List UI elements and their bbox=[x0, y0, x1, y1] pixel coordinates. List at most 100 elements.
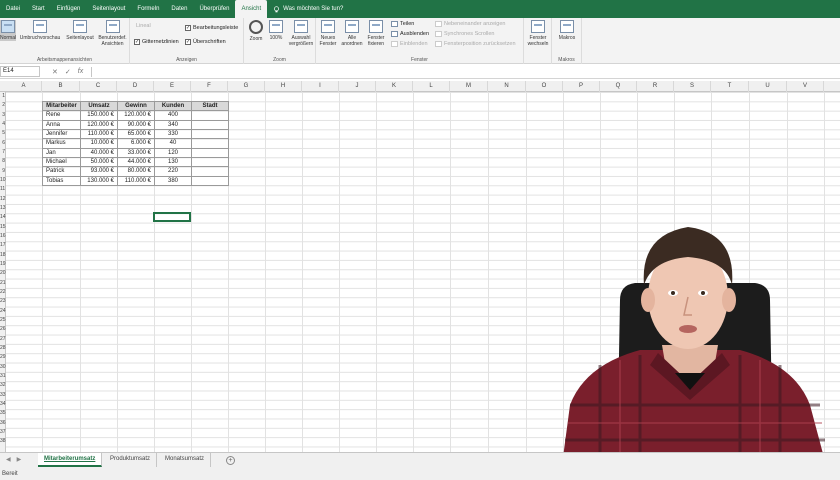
table-cell[interactable]: Markus bbox=[42, 138, 81, 149]
column-header-c[interactable]: C bbox=[80, 81, 117, 92]
custom-views-button[interactable]: Benutzerdef. Ansichten bbox=[96, 20, 129, 47]
column-header-p[interactable]: P bbox=[563, 81, 600, 92]
header-umsatz[interactable]: Umsatz bbox=[80, 100, 118, 112]
macros-button[interactable]: Makros bbox=[554, 20, 580, 41]
column-header-q[interactable]: Q bbox=[600, 81, 637, 92]
tell-me-box[interactable]: Was möchten Sie tun? bbox=[267, 0, 343, 18]
side-by-side-button[interactable]: Nebeneinander anzeigen bbox=[435, 21, 505, 27]
table-cell[interactable]: 220 bbox=[154, 166, 192, 177]
column-header-d[interactable]: D bbox=[117, 81, 154, 92]
hide-button[interactable]: Ausblenden bbox=[391, 31, 429, 37]
selected-cell-e14[interactable] bbox=[153, 212, 191, 222]
table-cell[interactable] bbox=[191, 156, 229, 168]
arrange-all-button[interactable]: Alle anordnen bbox=[340, 20, 364, 47]
column-header-v[interactable]: V bbox=[787, 81, 824, 92]
column-header-a[interactable]: A bbox=[6, 81, 42, 92]
cancel-icon[interactable]: ✕ bbox=[52, 68, 58, 76]
zoom-button[interactable]: Zoom bbox=[246, 20, 266, 42]
add-sheet-button[interactable]: + bbox=[226, 456, 235, 465]
formula-input[interactable] bbox=[94, 66, 840, 77]
zoom-100-button[interactable]: 100% bbox=[266, 20, 286, 41]
tab-einfuegen[interactable]: Einfügen bbox=[51, 0, 87, 18]
sheet-prev-icon[interactable]: ◀ bbox=[6, 456, 11, 463]
normal-view-button[interactable]: Normal bbox=[0, 20, 16, 41]
tab-datei[interactable]: Datei bbox=[0, 0, 26, 18]
tab-daten[interactable]: Daten bbox=[165, 0, 193, 18]
table-cell[interactable] bbox=[191, 128, 229, 140]
table-cell[interactable] bbox=[191, 147, 229, 158]
unhide-button[interactable]: Einblenden bbox=[391, 41, 428, 47]
table-cell[interactable]: 40 bbox=[154, 138, 192, 149]
column-header-s[interactable]: S bbox=[674, 81, 711, 92]
table-cell[interactable]: Rene bbox=[42, 110, 81, 121]
column-header-t[interactable]: T bbox=[711, 81, 749, 92]
column-header-j[interactable]: J bbox=[339, 81, 376, 92]
column-header-u[interactable]: U bbox=[749, 81, 787, 92]
tab-ansicht[interactable]: Ansicht bbox=[235, 0, 268, 18]
table-cell[interactable]: 44.000 € bbox=[117, 156, 155, 168]
table-cell[interactable]: 120.000 € bbox=[117, 110, 155, 121]
header-kunden[interactable]: Kunden bbox=[154, 100, 192, 112]
table-cell[interactable] bbox=[191, 110, 229, 121]
formula-bar-checkbox[interactable]: ✓ Bearbeitungsleiste bbox=[185, 25, 238, 31]
column-header-b[interactable]: B bbox=[42, 81, 80, 92]
table-cell[interactable]: 6.000 € bbox=[117, 138, 155, 149]
table-cell[interactable]: 330 bbox=[154, 128, 192, 140]
page-layout-view-button[interactable]: Seitenlayout bbox=[64, 20, 96, 41]
table-cell[interactable]: 400 bbox=[154, 110, 192, 121]
table-cell[interactable]: 10.000 € bbox=[80, 138, 118, 149]
table-cell[interactable]: Jan bbox=[42, 147, 81, 158]
switch-window-button[interactable]: Fenster wechseln bbox=[525, 20, 551, 47]
column-header-m[interactable]: M bbox=[450, 81, 488, 92]
table-cell[interactable]: 120.000 € bbox=[80, 119, 118, 131]
table-cell[interactable]: Michael bbox=[42, 156, 81, 168]
table-cell[interactable]: 80.000 € bbox=[117, 166, 155, 177]
insert-function-icon[interactable]: fx bbox=[78, 68, 83, 76]
name-box[interactable]: E14 bbox=[0, 66, 40, 77]
column-header-k[interactable]: K bbox=[376, 81, 413, 92]
header-mitarbeiter[interactable]: Mitarbeiter bbox=[42, 100, 81, 112]
table-cell[interactable]: 65.000 € bbox=[117, 128, 155, 140]
column-header-r[interactable]: R bbox=[637, 81, 674, 92]
table-cell[interactable]: Jennifer bbox=[42, 128, 81, 140]
zoom-selection-button[interactable]: Auswahl vergrößern bbox=[286, 20, 316, 47]
header-stadt[interactable]: Stadt bbox=[191, 100, 229, 112]
column-header-o[interactable]: O bbox=[526, 81, 563, 92]
table-cell[interactable] bbox=[191, 138, 229, 149]
ruler-checkbox[interactable]: Lineal bbox=[136, 23, 151, 29]
table-cell[interactable] bbox=[191, 166, 229, 177]
freeze-panes-button[interactable]: Fenster fixieren bbox=[364, 20, 388, 47]
column-header-n[interactable]: N bbox=[488, 81, 526, 92]
column-header-h[interactable]: H bbox=[265, 81, 302, 92]
tab-start[interactable]: Start bbox=[26, 0, 51, 18]
table-cell[interactable]: 130 bbox=[154, 156, 192, 168]
column-header-l[interactable]: L bbox=[413, 81, 450, 92]
table-cell[interactable]: 40.000 € bbox=[80, 147, 118, 158]
header-gewinn[interactable]: Gewinn bbox=[117, 100, 155, 112]
table-cell[interactable]: 50.000 € bbox=[80, 156, 118, 168]
table-cell[interactable]: 110.000 € bbox=[80, 128, 118, 140]
gridlines-checkbox[interactable]: ✓ Gitternetzlinien bbox=[134, 39, 179, 45]
table-cell[interactable]: Anna bbox=[42, 119, 81, 131]
tab-seitenlayout[interactable]: Seitenlayout bbox=[86, 0, 131, 18]
page-break-preview-button[interactable]: Umbruchvorschau bbox=[17, 20, 63, 41]
table-cell[interactable]: Tobias bbox=[42, 175, 81, 186]
column-header-i[interactable]: I bbox=[302, 81, 339, 92]
sheet-tab-mitarbeiterumsatz[interactable]: Mitarbeiterumsatz bbox=[38, 453, 103, 467]
split-button[interactable]: Teilen bbox=[391, 21, 414, 27]
table-cell[interactable]: 120 bbox=[154, 147, 192, 158]
tab-formeln[interactable]: Formeln bbox=[131, 0, 165, 18]
table-cell[interactable]: 380 bbox=[154, 175, 192, 186]
table-cell[interactable]: 340 bbox=[154, 119, 192, 131]
enter-icon[interactable]: ✓ bbox=[65, 68, 71, 76]
column-header-g[interactable]: G bbox=[228, 81, 265, 92]
table-cell[interactable]: 150.000 € bbox=[80, 110, 118, 121]
table-cell[interactable]: 130.000 € bbox=[80, 175, 118, 186]
sheet-tab-monatsumsatz[interactable]: Monatsumsatz bbox=[159, 453, 212, 467]
headings-checkbox[interactable]: ✓ Überschriften bbox=[185, 39, 226, 45]
table-cell[interactable]: 90.000 € bbox=[117, 119, 155, 131]
sync-scroll-button[interactable]: Synchrones Scrollen bbox=[435, 31, 494, 37]
table-cell[interactable] bbox=[191, 119, 229, 131]
table-cell[interactable] bbox=[191, 175, 229, 186]
column-header-e[interactable]: E bbox=[154, 81, 191, 92]
